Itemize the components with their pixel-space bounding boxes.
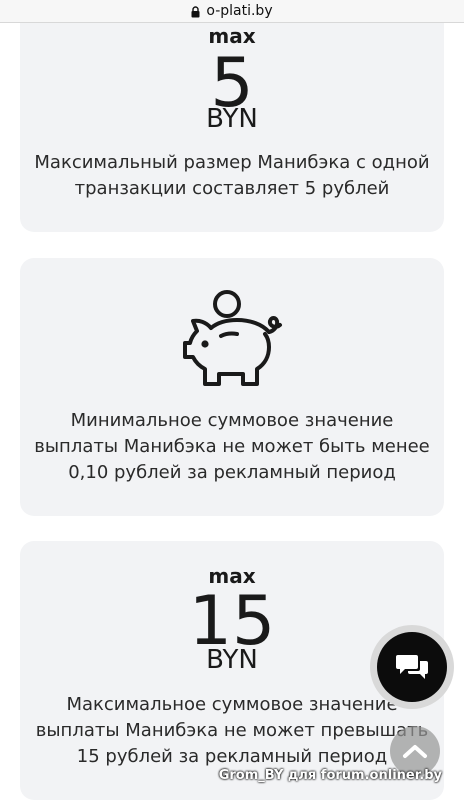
currency-label: BYN [206,104,258,134]
address-bar[interactable]: o-plati.by [0,0,464,23]
cashback-minimum-card: Минимальное суммовое значение выплаты Ма… [20,258,444,516]
lock-icon [191,6,200,18]
url-text: o-plati.by [206,3,273,19]
card-description: Максимальный размер Манибэка с одной тра… [34,152,430,199]
piggy-bank-icon [183,290,282,386]
card-description: Максимальное суммовое значение выплаты М… [35,694,429,767]
cashback-limit-card-transaction: max 5 BYN Максимальный размер Манибэка с… [20,0,444,232]
card-description: Минимальное суммовое значение выплаты Ма… [34,410,430,483]
chat-button[interactable] [370,625,454,709]
watermark: Grom_BY для forum.onliner.by [218,768,442,783]
chevron-up-icon [403,745,427,758]
chat-bubbles-icon [396,655,428,679]
